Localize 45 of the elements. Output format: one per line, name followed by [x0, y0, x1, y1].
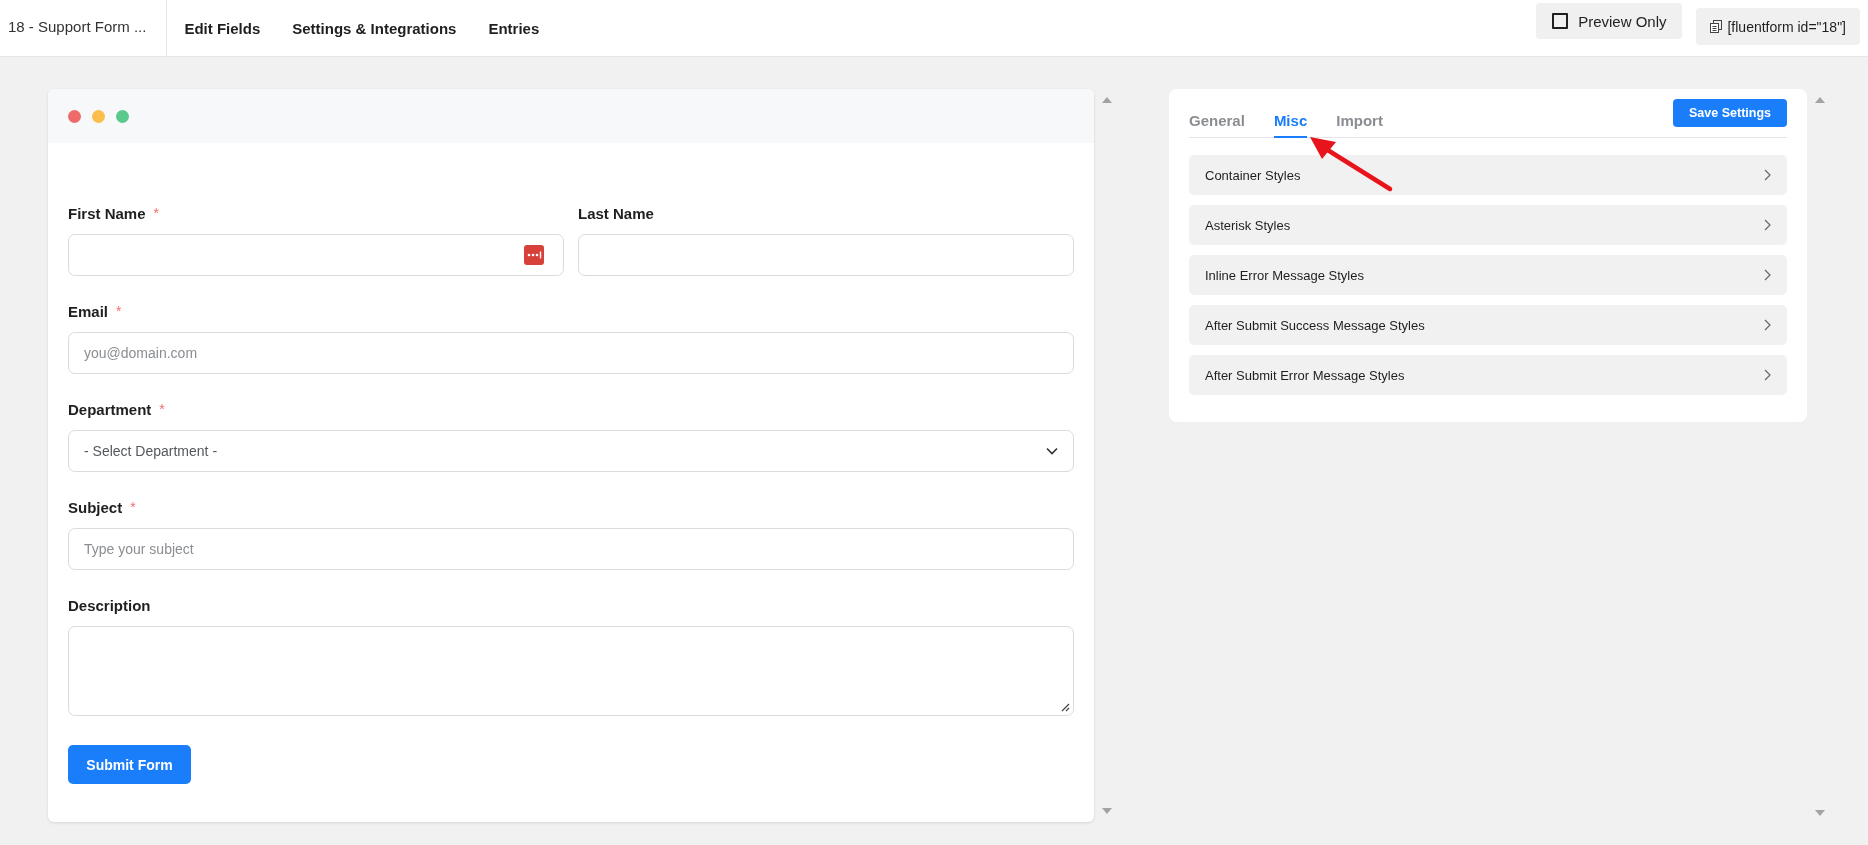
accordion-item[interactable]: After Submit Success Message Styles — [1189, 305, 1787, 345]
scroll-down-icon[interactable] — [1102, 808, 1112, 814]
submit-button[interactable]: Submit Form — [68, 745, 191, 784]
input-field[interactable] — [578, 234, 1074, 276]
copy-icon — [1710, 20, 1723, 33]
required-asterisk: * — [116, 303, 122, 320]
window-dot-icon — [68, 109, 81, 123]
chevron-right-icon — [1764, 219, 1771, 231]
chevron-right-icon — [1764, 369, 1771, 381]
shortcode-button[interactable]: [fluentform id="18"] — [1696, 8, 1860, 45]
chevron-right-icon — [1764, 169, 1771, 181]
required-asterisk: * — [153, 205, 159, 222]
scroll-up-icon[interactable] — [1815, 97, 1825, 103]
save-settings-button[interactable]: Save Settings — [1673, 99, 1787, 127]
scroll-up-icon[interactable] — [1102, 97, 1112, 103]
field-label: Email — [68, 303, 109, 320]
resize-handle-icon[interactable] — [1061, 703, 1070, 712]
accordion-item[interactable]: Asterisk Styles — [1189, 205, 1787, 245]
password-manager-icon[interactable] — [524, 245, 544, 265]
window-dot-icon — [116, 109, 129, 123]
chevron-right-icon — [1764, 269, 1771, 281]
preview-only-button[interactable]: Preview Only — [1536, 3, 1683, 39]
input-field[interactable] — [68, 234, 564, 276]
accordion-item[interactable]: After Submit Error Message Styles — [1189, 355, 1787, 395]
field-label: Department — [68, 401, 152, 418]
field-label: Last Name — [578, 205, 654, 222]
required-asterisk: * — [130, 499, 136, 516]
input-field[interactable]: you@domain.com — [68, 332, 1074, 374]
input-field[interactable]: Type your subject — [68, 528, 1074, 570]
form-title: 18 - Support Form ... — [0, 0, 168, 57]
required-asterisk: * — [159, 401, 165, 418]
department-select[interactable]: - Select Department - — [68, 430, 1074, 472]
field-label: First Name — [68, 205, 146, 222]
accordion-item[interactable]: Container Styles — [1189, 155, 1787, 195]
nav-link[interactable]: Settings & Integrations — [292, 19, 457, 37]
field-label: Description — [68, 597, 151, 614]
chevron-right-icon — [1764, 319, 1771, 331]
window-dot-icon — [92, 109, 105, 123]
field-label: Subject — [68, 499, 123, 516]
accordion-item[interactable]: Inline Error Message Styles — [1189, 255, 1787, 295]
chevron-down-icon — [1046, 447, 1058, 455]
nav-link[interactable]: Entries — [488, 19, 540, 37]
nav-link[interactable]: Edit Fields — [184, 19, 261, 37]
settings-tab[interactable]: Misc — [1273, 106, 1308, 138]
scroll-down-icon[interactable] — [1815, 810, 1825, 816]
